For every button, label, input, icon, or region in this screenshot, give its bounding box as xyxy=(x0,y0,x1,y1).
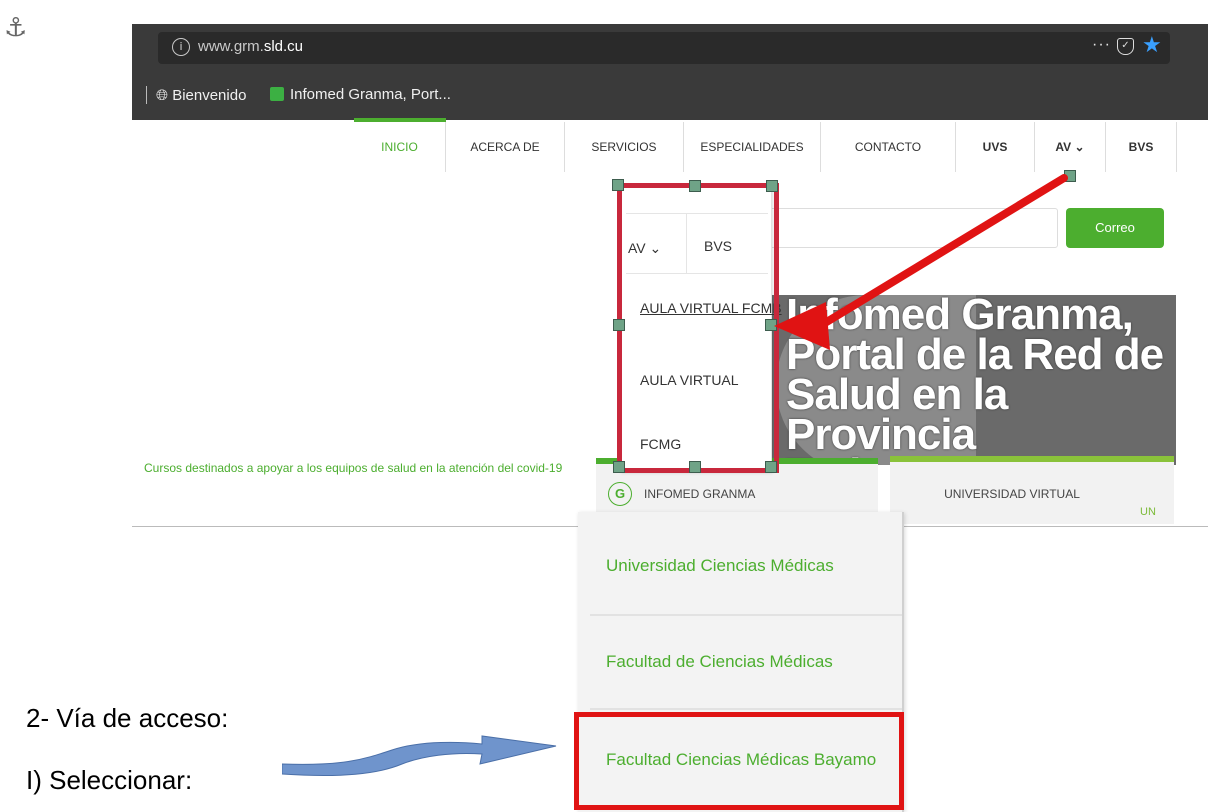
url-bar[interactable] xyxy=(158,32,1170,64)
dropdown-divider xyxy=(590,708,902,710)
selection-frame xyxy=(617,183,779,473)
step-heading: 2- Vía de acceso: xyxy=(26,703,229,733)
nav-acerca-de[interactable]: ACERCA DE xyxy=(446,122,565,172)
banner-line: Provincia xyxy=(786,410,976,459)
anchor-icon: ⚓︎ xyxy=(4,13,28,43)
nav-servicios[interactable]: SERVICIOS xyxy=(565,122,684,172)
nav-especialidades[interactable]: ESPECIALIDADES xyxy=(684,122,821,172)
resize-handle[interactable] xyxy=(689,461,701,473)
red-arrow-annotation xyxy=(774,174,1068,350)
resize-handle[interactable] xyxy=(613,461,625,473)
highlight-rectangle xyxy=(574,712,904,810)
url-text[interactable]: www.grm.sld.cu xyxy=(198,36,303,58)
bookmark-bienvenido[interactable]: 🌐︎ Bienvenido xyxy=(156,84,246,107)
nav-uvs[interactable]: UVS xyxy=(956,122,1035,172)
bookmark-infomed-granma[interactable]: Infomed Granma, Port... xyxy=(270,84,451,106)
resize-handle[interactable] xyxy=(689,180,701,192)
universidad-virtual-sub: UN xyxy=(1140,506,1156,518)
url-domain: sld.cu xyxy=(263,38,304,55)
page-actions-menu-icon[interactable]: ··· xyxy=(1092,36,1111,54)
nav-inicio[interactable]: INICIO xyxy=(354,122,446,172)
universidad-ciencias-medicas-link[interactable]: Universidad Ciencias Médicas xyxy=(606,554,834,578)
infomed-favicon-icon xyxy=(270,87,284,101)
resize-handle[interactable] xyxy=(613,319,625,331)
infomed-logo-icon: G xyxy=(608,482,632,506)
facultad-ciencias-medicas-link[interactable]: Facultad de Ciencias Médicas xyxy=(606,650,833,674)
infomed-granma-label: INFOMED GRANMA xyxy=(644,487,756,501)
universidad-virtual-label: UNIVERSIDAD VIRTUAL xyxy=(944,487,1080,501)
correo-button[interactable]: Correo xyxy=(1066,208,1164,248)
dropdown-divider xyxy=(590,614,902,616)
bookmark-label: Infomed Granma, Port... xyxy=(290,86,451,103)
bookmark-separator xyxy=(146,86,147,104)
covid-courses-link[interactable]: Cursos destinados a apoyar a los equipos… xyxy=(144,457,584,479)
resize-handle[interactable] xyxy=(612,179,624,191)
globe-icon: 🌐︎ xyxy=(156,86,169,104)
nav-contacto[interactable]: CONTACTO xyxy=(821,122,956,172)
select-instruction: I) Seleccionar: xyxy=(26,765,193,795)
blue-arrow-annotation xyxy=(282,735,557,777)
bookmark-label: Bienvenido xyxy=(172,87,247,104)
url-prefix: www.grm. xyxy=(198,38,264,55)
pocket-icon[interactable]: ✓ xyxy=(1117,38,1134,55)
banner-line: Salud en la xyxy=(786,370,1008,419)
star-icon[interactable]: ★ xyxy=(1142,33,1162,59)
chevron-down-icon: ⌄ xyxy=(1074,140,1085,154)
info-icon[interactable]: i xyxy=(172,38,190,56)
nav-bvs[interactable]: BVS xyxy=(1106,122,1177,172)
nav-av[interactable]: AV ⌄ xyxy=(1035,122,1106,172)
resize-handle[interactable] xyxy=(765,461,777,473)
nav-av-label: AV xyxy=(1055,140,1072,154)
